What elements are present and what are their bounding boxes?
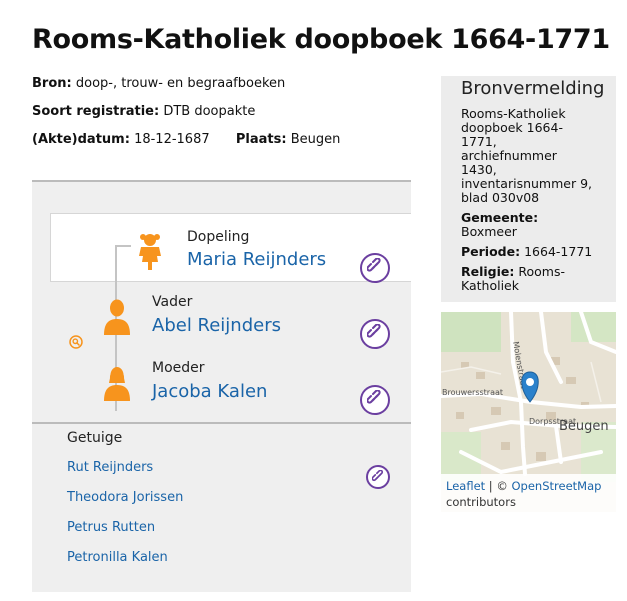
meta-datum-plaats: (Akte)datum: 18-12-1687 Plaats: Beugen <box>32 132 340 147</box>
chain-link-icon <box>371 468 385 487</box>
page-title: Rooms-Katholiek doopboek 1664-1771 <box>32 24 610 55</box>
tree-connector-top <box>115 245 131 247</box>
father-role: Vader <box>152 294 193 310</box>
child-name-link[interactable]: Maria Reijnders <box>187 249 326 270</box>
bron-label: Bron: <box>32 76 72 91</box>
map-attribution: Leaflet | © OpenStreetMap contributors <box>441 474 616 512</box>
magnifier-icon[interactable] <box>69 334 83 349</box>
location-map[interactable]: Brouwersstraat Dorpsstraat Molenstraat B… <box>441 312 616 512</box>
gemeente-value: Boxmeer <box>461 224 517 239</box>
man-person-icon <box>102 299 132 339</box>
datum-value: 18-12-1687 <box>134 132 210 147</box>
witness-link[interactable]: Rut Reijnders <box>67 460 153 475</box>
gemeente-label: Gemeente <box>461 210 534 225</box>
meta-soort: Soort registratie: DTB doopakte <box>32 104 255 119</box>
citation-periode: Periode: 1664-1771 <box>461 244 593 259</box>
witness-link[interactable]: Theodora Jorissen <box>67 490 183 505</box>
chain-link-icon <box>366 257 383 278</box>
mother-name-link[interactable]: Jacoba Kalen <box>152 381 267 402</box>
attribution-contributors: contributors <box>446 495 516 509</box>
mother-role: Moeder <box>152 360 205 376</box>
witness-relation-button[interactable] <box>366 465 390 489</box>
witness-label: Getuige <box>67 430 123 446</box>
woman-person-icon <box>102 365 132 405</box>
town-label: Beugen <box>559 419 609 434</box>
mother-relation-button[interactable] <box>360 385 390 415</box>
attribution-separator: | © <box>485 479 512 493</box>
citation-panel: Bronvermelding Rooms-Katholiek doopboek … <box>441 76 616 302</box>
plaats-label: Plaats: <box>235 132 287 147</box>
meta-bron: Bron: doop-, trouw- en begraafboeken <box>32 76 285 91</box>
osm-link[interactable]: OpenStreetMap <box>512 479 602 493</box>
witness-link[interactable]: Petrus Rutten <box>67 520 155 535</box>
periode-value: 1664-1771 <box>524 244 593 259</box>
father-name-link[interactable]: Abel Reijnders <box>152 315 281 336</box>
religie-label: Religie <box>461 264 510 279</box>
citation-religie: Religie: Rooms-Katholiek <box>461 264 565 293</box>
persons-panel: Dopeling Maria Reijnders Vader Abel Reij… <box>32 180 411 592</box>
bron-value: doop-, trouw- en begraafboeken <box>75 76 286 91</box>
citation-title: Bronvermelding <box>461 78 605 99</box>
leaflet-link[interactable]: Leaflet <box>446 479 485 493</box>
citation-gemeente: Gemeente: Boxmeer <box>461 210 539 239</box>
chain-link-icon <box>366 323 383 344</box>
citation-text: Rooms-Katholiek doopboek 1664-1771, arch… <box>461 106 593 205</box>
soort-label: Soort registratie: <box>32 104 160 119</box>
panel-divider <box>32 422 411 424</box>
father-relation-button[interactable] <box>360 319 390 349</box>
street-label: Brouwersstraat <box>442 388 503 397</box>
datum-label: (Akte)datum: <box>32 132 130 147</box>
child-card <box>50 213 411 282</box>
witness-link[interactable]: Petronilla Kalen <box>67 550 168 565</box>
child-relation-button[interactable] <box>360 253 390 283</box>
periode-label: Periode <box>461 244 516 259</box>
chain-link-icon <box>366 389 383 410</box>
soort-value: DTB doopakte <box>163 104 256 119</box>
child-person-icon <box>138 232 162 274</box>
child-role: Dopeling <box>187 229 250 245</box>
plaats-value: Beugen <box>290 132 341 147</box>
